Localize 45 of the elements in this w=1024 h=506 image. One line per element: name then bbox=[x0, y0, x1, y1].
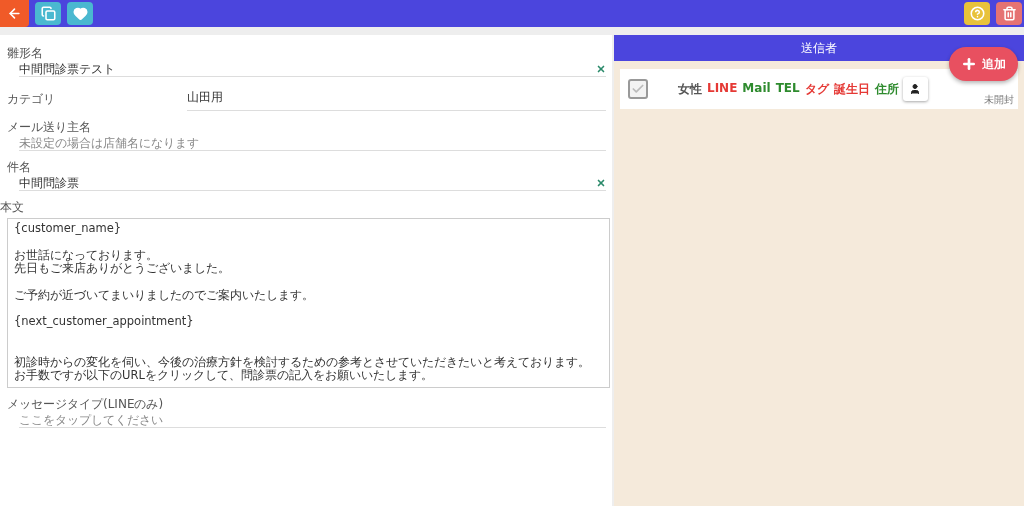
body-text-line: お手数ですが以下のURLをクリックして、問診票の記入をお願いいたします。 bbox=[14, 369, 434, 383]
tag-label: 誕生日 bbox=[833, 80, 870, 98]
tag-label: タグ bbox=[804, 80, 829, 98]
plus-icon bbox=[961, 56, 977, 72]
field-label: メール送り主名 bbox=[7, 119, 92, 136]
body-text-line: 先日もご来店ありがとうございました。 bbox=[14, 262, 231, 276]
tag-label: 住所 bbox=[874, 80, 899, 98]
field-label: 雛形名 bbox=[7, 45, 44, 62]
field-label: カテゴリ bbox=[7, 91, 56, 108]
back-button[interactable] bbox=[0, 0, 29, 27]
body-text-line: お世話になっております。 bbox=[14, 248, 159, 262]
back-icon bbox=[7, 6, 22, 21]
body-field[interactable]: {customer_name} お世話になっております。 先日もご来店ありがとうございました。 ご予約が近づいてまいりましたのでご案内いたします。 {next_customer_appointment} 初診時からの変化を伺い、今後の治療方針を検討するための参考とさせていただきたいと考えております。 お手数ですが以下のURLをクリックして、問診票の記入をお願いいたします。 bbox=[7, 218, 610, 388]
select-field[interactable]: 山田用 bbox=[187, 85, 606, 111]
tag-label: TEL bbox=[775, 80, 800, 97]
copy-icon bbox=[40, 6, 56, 21]
field-label: 本文 bbox=[0, 199, 25, 216]
body-text-line: {next_customer_appointment} bbox=[14, 315, 195, 329]
text-field[interactable]: 中間問診票テスト bbox=[19, 62, 596, 76]
status-label: 未開封 bbox=[984, 93, 1014, 107]
heart-button[interactable] bbox=[67, 2, 93, 25]
tag-label: 女性 bbox=[678, 80, 702, 98]
sender-card[interactable]: 女性 LINE Mail TEL タグ 誕生日 住所 未開封 bbox=[620, 69, 1018, 109]
help-icon bbox=[969, 6, 985, 21]
copy-button[interactable] bbox=[35, 2, 61, 25]
person-button[interactable] bbox=[902, 77, 928, 101]
body-text-line: 初診時からの変化を伺い、今後の治療方針を検討するための参考とさせていただきたいと考えております。 bbox=[14, 355, 591, 369]
person-icon bbox=[909, 83, 922, 95]
field-label: 件名 bbox=[7, 159, 32, 176]
heart-icon bbox=[72, 6, 88, 21]
body-text-line: ご予約が近づいてまいりましたのでご案内いたします。 bbox=[14, 288, 315, 302]
trash-button[interactable] bbox=[996, 2, 1022, 25]
field-label: メッセージタイプ(LINEのみ) bbox=[7, 396, 165, 413]
text-field[interactable]: ここをタップしてください bbox=[19, 413, 606, 427]
text-field[interactable]: 未設定の場合は店舗名になります bbox=[19, 136, 606, 150]
checkbox[interactable] bbox=[628, 79, 648, 99]
help-button[interactable] bbox=[964, 2, 990, 25]
body-text-line: {customer_name} bbox=[14, 222, 123, 236]
check-icon bbox=[631, 82, 645, 96]
clear-icon[interactable] bbox=[596, 64, 606, 74]
clear-icon[interactable] bbox=[596, 178, 606, 188]
trash-icon bbox=[1001, 6, 1017, 21]
tag-label: Mail bbox=[742, 80, 771, 97]
tag-label: LINE bbox=[707, 80, 738, 97]
text-field[interactable]: 中間問診票 bbox=[19, 176, 596, 190]
